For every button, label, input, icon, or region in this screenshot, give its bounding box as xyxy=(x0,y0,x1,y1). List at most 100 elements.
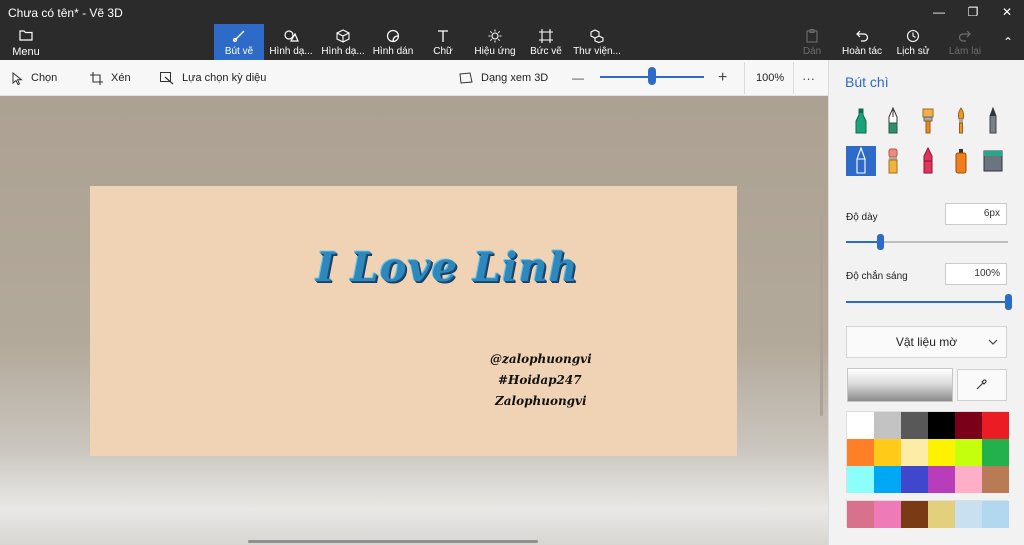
magic-select-button[interactable]: Lựa chọn kỳ diệu xyxy=(160,60,266,96)
sticker-icon xyxy=(386,28,400,44)
tool-label: Hoàn tác xyxy=(841,45,883,57)
color-swatch[interactable] xyxy=(982,412,1009,439)
material-dropdown[interactable]: Vật liệu mờ xyxy=(846,326,1007,358)
tool-3d-shapes[interactable]: Hình dạ... xyxy=(318,24,368,60)
color-swatch[interactable] xyxy=(874,466,901,493)
tool-label: Hiệu ứng xyxy=(474,45,516,57)
signature-line-2: #Hoidap247 xyxy=(498,373,582,387)
color-swatch[interactable] xyxy=(982,439,1009,466)
paste-icon xyxy=(806,28,818,44)
brushes-panel: Bút chì Độ dày 6px Độ chắn sáng 100% Vật… xyxy=(828,60,1024,545)
opacity-slider-thumb[interactable] xyxy=(1005,294,1012,310)
top-ribbon: Chưa có tên* - Vẽ 3D — ❐ ✕ Menu Bút vẽ H… xyxy=(0,0,1024,60)
undo-button[interactable]: Hoàn tác xyxy=(838,24,886,60)
select-button[interactable]: Chọn xyxy=(12,60,57,96)
opacity-label: Độ chắn sáng xyxy=(846,271,908,282)
minimize-button[interactable]: — xyxy=(922,0,956,24)
drawing-canvas[interactable]: I Love Linh @zalophuongvi #Hoidap247 Zal… xyxy=(90,186,737,456)
color-swatch[interactable] xyxy=(928,412,955,439)
color-swatch[interactable] xyxy=(874,412,901,439)
color-swatch[interactable] xyxy=(847,412,874,439)
toolbar-divider xyxy=(793,62,794,94)
thickness-input[interactable]: 6px xyxy=(945,203,1007,225)
material-value: Vật liệu mờ xyxy=(895,335,958,349)
canvas-headline[interactable]: I Love Linh xyxy=(316,244,579,291)
tool-text[interactable]: Chữ xyxy=(420,24,466,60)
custom-color-swatch[interactable] xyxy=(874,501,901,528)
tool-label: Bức vẽ xyxy=(530,45,562,57)
eraser-icon xyxy=(888,148,898,174)
view-3d-button[interactable]: Dạng xem 3D xyxy=(459,60,548,96)
crayon-brush[interactable] xyxy=(913,146,943,176)
collapse-ribbon-button[interactable]: ⌃ xyxy=(996,24,1020,60)
color-swatch[interactable] xyxy=(928,466,955,493)
more-options-button[interactable]: ··· xyxy=(802,60,815,96)
fill-bucket-brush[interactable] xyxy=(978,146,1008,176)
tool-label: Dán xyxy=(802,45,822,57)
thickness-label: Độ dày xyxy=(846,212,878,223)
opacity-input[interactable]: 100% xyxy=(945,263,1007,285)
crop-button[interactable]: Xén xyxy=(90,60,131,96)
history-button[interactable]: Lịch sử xyxy=(892,24,934,60)
color-swatch[interactable] xyxy=(901,439,928,466)
crop-label: Xén xyxy=(111,72,131,84)
signature-line-3: Zalophuongvi xyxy=(495,394,587,408)
spray-can-icon xyxy=(955,149,967,174)
color-swatch[interactable] xyxy=(955,439,982,466)
color-swatch[interactable] xyxy=(847,439,874,466)
select-label: Chọn xyxy=(31,72,58,84)
color-swatch[interactable] xyxy=(901,466,928,493)
thickness-slider-thumb[interactable] xyxy=(877,234,885,250)
horizontal-scrollbar[interactable] xyxy=(248,540,538,543)
tool-stickers[interactable]: Hình dán xyxy=(368,24,418,60)
crop-icon xyxy=(90,71,103,85)
tool-3d-library[interactable]: Thư viện... xyxy=(572,24,622,60)
watercolor-brush[interactable] xyxy=(946,106,976,136)
custom-color-palette xyxy=(846,500,1009,528)
marker-brush[interactable] xyxy=(846,106,876,136)
zoom-slider-thumb[interactable] xyxy=(648,67,656,85)
color-swatch[interactable] xyxy=(955,466,982,493)
current-color-swatch[interactable] xyxy=(847,368,953,402)
paste-button[interactable]: Dán xyxy=(796,24,828,60)
thickness-slider-fill xyxy=(846,241,881,243)
undo-icon xyxy=(855,28,869,44)
text-icon xyxy=(437,28,449,44)
chevron-up-icon: ⌃ xyxy=(1002,35,1014,49)
custom-color-swatch[interactable] xyxy=(955,501,982,528)
pixel-pen-brush[interactable] xyxy=(978,106,1008,136)
fill-bucket-icon xyxy=(983,150,1003,172)
menu-button[interactable]: Menu xyxy=(4,26,48,60)
eraser-brush[interactable] xyxy=(878,146,908,176)
color-palette xyxy=(846,411,1009,493)
color-swatch[interactable] xyxy=(847,466,874,493)
spray-can-brush[interactable] xyxy=(946,146,976,176)
tool-2d-shapes[interactable]: Hình dạ... xyxy=(266,24,316,60)
zoom-in-button[interactable]: + xyxy=(718,60,727,96)
custom-color-swatch[interactable] xyxy=(982,501,1009,528)
tool-label: Chữ xyxy=(433,45,453,57)
custom-color-swatch[interactable] xyxy=(901,501,928,528)
tool-brushes[interactable]: Bút vẽ xyxy=(214,24,264,60)
zoom-percent: 100% xyxy=(756,72,785,84)
eyedropper-button[interactable] xyxy=(957,369,1007,401)
maximize-button[interactable]: ❐ xyxy=(956,0,990,24)
color-swatch[interactable] xyxy=(982,466,1009,493)
tool-canvas[interactable]: Bức vẽ xyxy=(522,24,570,60)
close-button[interactable]: ✕ xyxy=(990,0,1024,24)
custom-color-swatch[interactable] xyxy=(928,501,955,528)
color-swatch[interactable] xyxy=(901,412,928,439)
pencil-brush[interactable] xyxy=(846,146,876,176)
zoom-out-button[interactable]: — xyxy=(572,60,584,96)
custom-color-swatch[interactable] xyxy=(847,501,874,528)
color-swatch[interactable] xyxy=(955,412,982,439)
calligraphy-pen-brush[interactable] xyxy=(878,106,908,136)
canvas-icon xyxy=(539,28,553,44)
calligraphy-pen-icon xyxy=(888,107,898,134)
tool-effects[interactable]: Hiệu ứng xyxy=(470,24,520,60)
redo-button[interactable]: Làm lại xyxy=(944,24,986,60)
color-swatch[interactable] xyxy=(928,439,955,466)
color-swatch[interactable] xyxy=(874,439,901,466)
oil-brush[interactable] xyxy=(913,106,943,136)
vertical-scrollbar[interactable] xyxy=(820,214,823,416)
